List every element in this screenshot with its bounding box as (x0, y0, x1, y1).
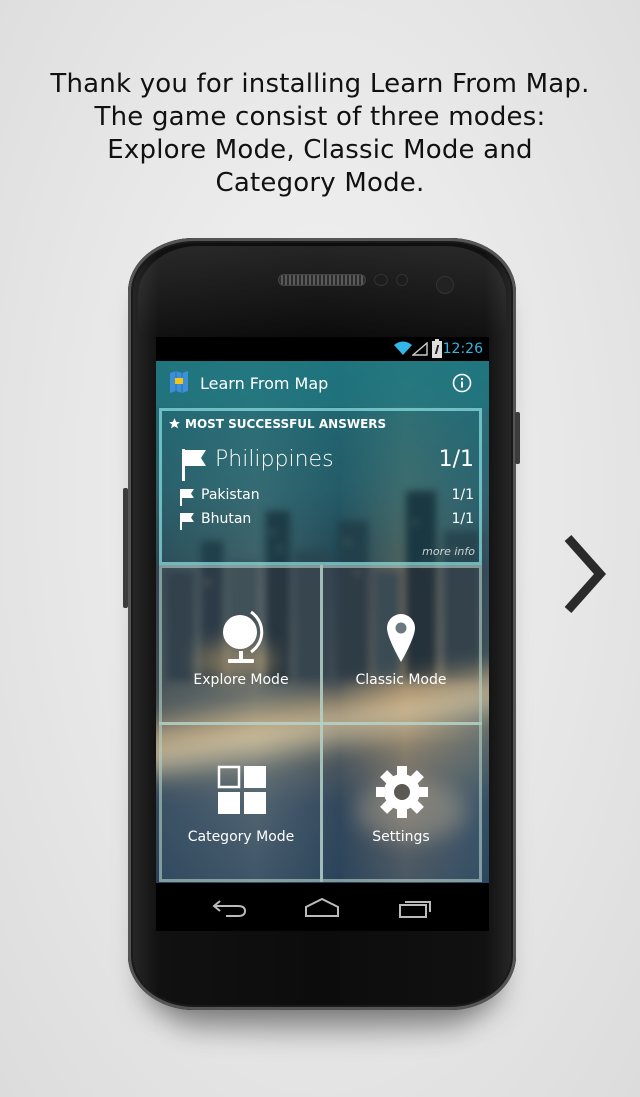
country-score: 1/1 (451, 487, 474, 503)
more-info-link[interactable]: more info (422, 545, 475, 558)
classic-mode-button[interactable]: Classic Mode (320, 565, 482, 725)
system-nav-bar (156, 883, 489, 931)
country-name: Pakistan (201, 487, 260, 503)
grid-icon (217, 765, 266, 814)
front-camera (436, 276, 454, 294)
intro-text: Thank you for installing Learn From Map.… (0, 68, 640, 200)
signal-icon (412, 342, 428, 356)
explore-mode-button[interactable]: Explore Mode (159, 565, 323, 725)
settings-button[interactable]: Settings (320, 722, 482, 882)
top-country-name: Philippines (215, 447, 334, 472)
stats-heading: MOST SUCCESSFUL ANSWERS (168, 417, 386, 431)
intro-line-2: The game consist of three modes: (94, 102, 546, 132)
flag-icon (180, 513, 194, 530)
phone-shadow (170, 1010, 470, 1040)
flag-icon (180, 489, 194, 506)
country-score: 1/1 (451, 511, 474, 527)
map-flag-icon (170, 371, 188, 393)
category-mode-button[interactable]: Category Mode (159, 722, 323, 882)
intro-line-3: Explore Mode, Classic Mode and (107, 135, 533, 165)
globe-icon (223, 610, 264, 663)
explore-mode-label: Explore Mode (193, 672, 289, 688)
status-time: 12:26 (442, 341, 483, 357)
power-button (515, 412, 520, 464)
intro-line-4: Category Mode. (215, 168, 425, 198)
category-mode-label: Category Mode (187, 829, 295, 845)
light-sensor (396, 274, 408, 286)
earpiece-speaker (278, 274, 366, 286)
map-pin-icon (387, 614, 415, 662)
classic-mode-label: Classic Mode (355, 672, 447, 688)
volume-button (123, 488, 128, 608)
flag-icon (182, 449, 206, 481)
list-item: Pakistan 1/1 (179, 487, 474, 507)
home-icon[interactable] (304, 897, 340, 919)
top-country-score: 1/1 (438, 447, 474, 472)
status-bar: 12:26 (156, 337, 489, 361)
top-country-row: Philippines 1/1 (180, 447, 474, 481)
gear-icon (376, 766, 428, 818)
star-icon (169, 418, 180, 429)
back-icon[interactable] (212, 897, 248, 919)
chevron-right-icon[interactable] (558, 532, 612, 616)
wifi-icon (394, 341, 412, 355)
country-name: Bhutan (201, 511, 252, 527)
proximity-sensor (374, 274, 388, 286)
stats-heading-text: MOST SUCCESSFUL ANSWERS (185, 417, 387, 431)
info-icon[interactable] (452, 373, 472, 393)
most-successful-panel[interactable]: MOST SUCCESSFUL ANSWERS Philippines 1/1 … (159, 408, 482, 565)
recent-apps-icon[interactable] (398, 897, 434, 919)
battery-icon (432, 339, 442, 358)
list-item: Bhutan 1/1 (179, 511, 474, 531)
app-title: Learn From Map (200, 374, 329, 393)
device-screen: 12:26 Learn From Map MOST SUCCESSFUL ANS… (156, 337, 489, 931)
settings-label: Settings (372, 829, 430, 845)
intro-line-1: Thank you for installing Learn From Map. (50, 69, 590, 99)
